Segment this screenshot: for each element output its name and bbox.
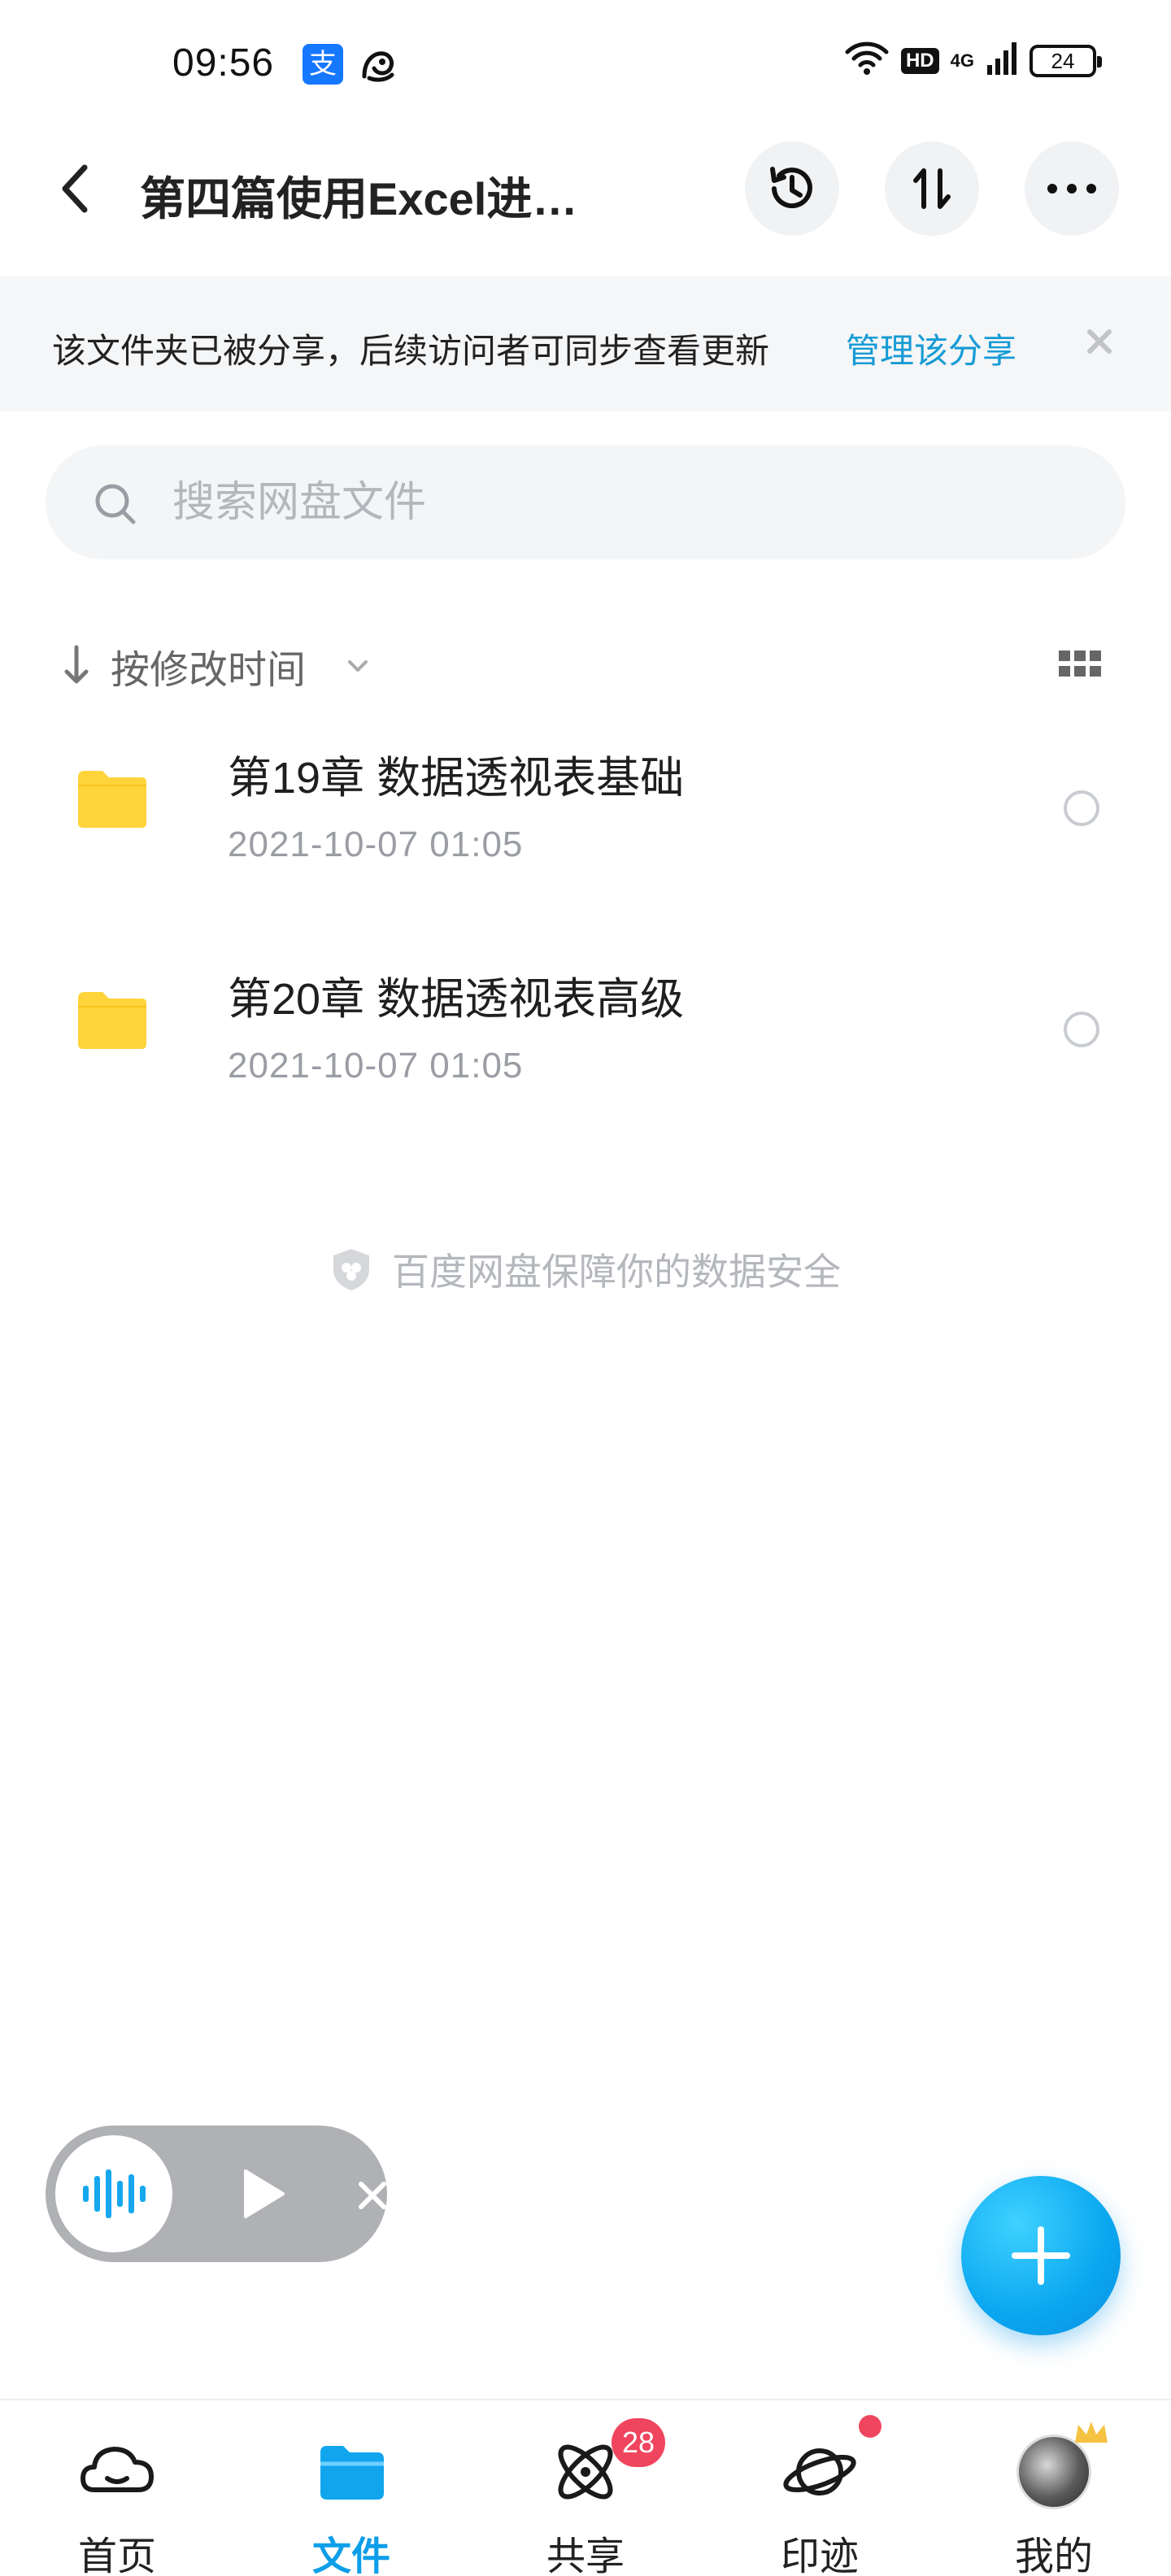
sort-by-modified-time[interactable]: 按修改时间 — [111, 637, 306, 694]
wifi-icon — [844, 41, 890, 80]
nav-tab-trace[interactable]: 印迹 — [730, 2400, 909, 2576]
close-audio-button[interactable] — [355, 2178, 390, 2213]
nav-label: 首页 — [77, 2535, 156, 2576]
nav-label: 共享 — [546, 2535, 625, 2576]
hd-voice-badge: HD — [900, 47, 939, 74]
close-banner-button[interactable] — [1075, 317, 1124, 366]
share-notice-banner: 该文件夹已被分享，后续访问者可同步查看更新 管理该分享 — [0, 276, 1171, 411]
page-title: 第四篇使用Excel进… — [140, 173, 578, 224]
folder-tab-icon — [311, 2431, 392, 2513]
share-notice-text: 该文件夹已被分享，后续访问者可同步查看更新 — [52, 332, 770, 370]
nav-label: 文件 — [311, 2535, 390, 2576]
nav-label: 印迹 — [780, 2535, 859, 2576]
chevron-down-icon[interactable] — [342, 651, 374, 683]
file-list-item[interactable]: 第19章 数据透视表基础 2021-10-07 01:05 — [0, 707, 1171, 911]
planet-icon — [779, 2431, 860, 2513]
plus-icon — [1012, 2226, 1070, 2285]
history-icon — [770, 167, 812, 209]
close-icon — [1087, 329, 1112, 354]
cloud-home-icon — [76, 2431, 158, 2513]
nav-tab-mine[interactable]: 我的 — [964, 2400, 1143, 2576]
history-button[interactable] — [745, 141, 839, 236]
notification-dot — [859, 2415, 882, 2438]
audio-waveform-button[interactable] — [55, 2135, 172, 2252]
search-input[interactable] — [172, 473, 1067, 532]
file-name: 第20章 数据透视表高级 — [228, 975, 685, 1024]
audio-player-pill[interactable] — [46, 2126, 387, 2262]
network-type-label: 4G — [950, 50, 974, 71]
grid-view-toggle-icon[interactable] — [1057, 647, 1103, 680]
page-header: 第四篇使用Excel进… — [0, 130, 1171, 252]
status-indicators: HD 4G 24 — [844, 41, 1102, 80]
security-note: 百度网盘保障你的数据安全 — [0, 1242, 1171, 1299]
nav-tab-files[interactable]: 文件 — [262, 2400, 441, 2576]
nav-tab-share[interactable]: 28 共享 — [496, 2400, 675, 2576]
more-dots-icon — [1047, 184, 1096, 194]
shield-icon — [330, 1247, 372, 1292]
security-note-text: 百度网盘保障你的数据安全 — [392, 1251, 841, 1293]
crown-icon — [1072, 2418, 1111, 2448]
select-checkbox[interactable] — [1064, 790, 1099, 826]
sort-bar: 按修改时间 — [0, 626, 1171, 699]
status-time: 09:56 — [172, 41, 275, 85]
file-name: 第19章 数据透视表基础 — [228, 754, 685, 803]
folder-icon — [75, 766, 150, 831]
chevron-left-icon — [62, 164, 88, 213]
more-options-button[interactable] — [1025, 141, 1119, 236]
uc-browser-notification-icon — [358, 44, 398, 85]
transfer-arrows-icon — [913, 168, 951, 209]
transfer-button[interactable] — [885, 141, 979, 236]
status-bar: 09:56 支 HD 4G 24 — [0, 0, 1171, 122]
file-list-item[interactable]: 第20章 数据透视表高级 2021-10-07 01:05 — [0, 929, 1171, 1132]
signal-icon — [986, 41, 1018, 80]
nav-label: 我的 — [1014, 2535, 1093, 2576]
select-checkbox[interactable] — [1064, 1012, 1099, 1047]
add-button[interactable] — [961, 2176, 1121, 2335]
notification-count-badge: 28 — [612, 2418, 665, 2467]
sort-direction-icon[interactable] — [60, 641, 93, 690]
bottom-navigation: 首页 文件 28 共享 印迹 我的 — [0, 2399, 1171, 2576]
battery-indicator: 24 — [1030, 44, 1102, 77]
file-modified-date: 2021-10-07 01:05 — [228, 825, 524, 864]
search-icon — [91, 480, 140, 529]
search-bar[interactable] — [46, 446, 1125, 559]
waveform-icon — [83, 2169, 146, 2218]
nav-tab-home[interactable]: 首页 — [28, 2400, 207, 2576]
folder-icon — [75, 987, 150, 1052]
play-button[interactable] — [226, 2158, 298, 2230]
play-icon — [244, 2169, 285, 2218]
close-icon — [359, 2182, 386, 2209]
alipay-notification-icon: 支 — [303, 44, 343, 85]
file-modified-date: 2021-10-07 01:05 — [228, 1046, 524, 1086]
manage-share-link[interactable]: 管理该分享 — [846, 324, 1016, 373]
back-button[interactable] — [49, 156, 106, 221]
